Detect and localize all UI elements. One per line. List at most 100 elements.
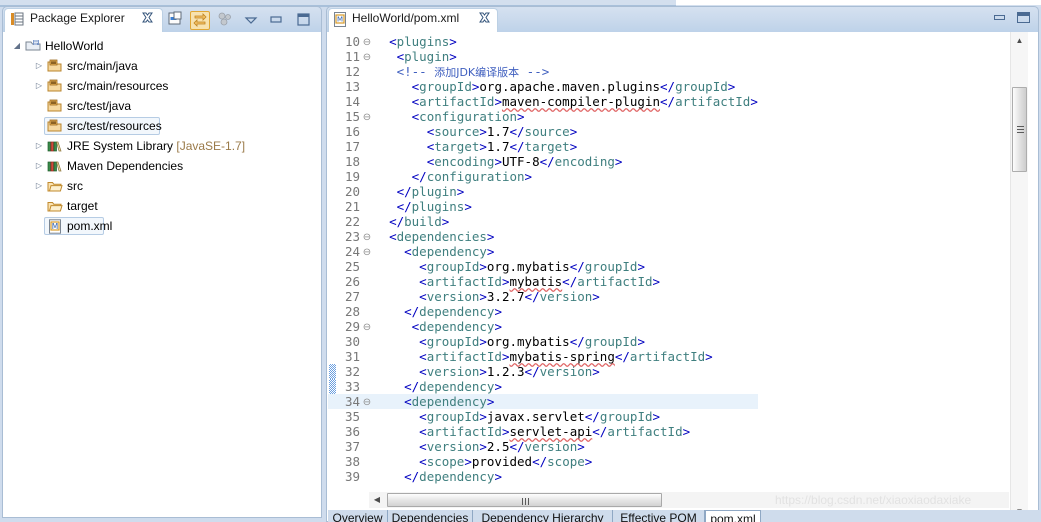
scrollbar-grip-icon (522, 498, 530, 505)
code-line[interactable]: 21 </plugins> (328, 199, 758, 214)
code-text: <dependencies> (389, 229, 495, 244)
line-number: 31 (344, 349, 360, 364)
code-line[interactable]: 38 <scope>provided</scope> (328, 454, 758, 469)
code-text: <dependency> (411, 319, 502, 334)
code-line[interactable]: 25 <groupId>org.mybatis</groupId> (328, 259, 758, 274)
code-line[interactable]: 14 <artifactId>maven-compiler-plugin</ar… (328, 94, 758, 109)
tree-collapse-arrow-icon[interactable]: ▷ (33, 136, 45, 156)
tree-collapse-arrow-icon[interactable]: ▷ (33, 176, 45, 196)
source-lines: 10 ⊖ <plugins> 11 ⊖ <plugin> 12 <!-- 添加JDK编译… (328, 34, 758, 484)
code-text: <!-- 添加JDK编译版本 --> (396, 64, 550, 79)
form-tab-dependency-hierarchy[interactable]: Dependency Hierarchy (473, 510, 613, 522)
fold-collapse-icon[interactable]: ⊖ (360, 35, 374, 50)
maximize-icon[interactable] (1017, 12, 1030, 23)
fold-collapse-icon[interactable]: ⊖ (360, 320, 374, 335)
collapse-all-icon[interactable] (166, 11, 186, 30)
code-text: <target>1.7</target> (426, 139, 578, 154)
code-line[interactable]: 36 <artifactId>servlet-api</artifactId> (328, 424, 758, 439)
tree-expand-arrow-icon[interactable]: ◢ (11, 36, 23, 56)
code-line[interactable]: 37 <version>2.5</version> (328, 439, 758, 454)
tree-item-jre-system-library[interactable]: ▷ JRE System Library [JavaSE-1.7] (3, 136, 321, 156)
code-line[interactable]: 20 </plugin> (328, 184, 758, 199)
minimize-icon[interactable] (993, 12, 1006, 23)
code-area[interactable]: 10 ⊖ <plugins> 11 ⊖ <plugin> 12 <!-- 添加JDK编译… (328, 32, 1010, 491)
maximize-icon[interactable] (294, 11, 314, 30)
code-text: <configuration> (411, 109, 525, 124)
code-line[interactable]: 12 <!-- 添加JDK编译版本 --> (328, 64, 758, 79)
scrollbar-grip-icon (1017, 126, 1024, 133)
tree-item-src-main-java[interactable]: ▷ src/main/java (3, 56, 321, 76)
tree-item-label: pom.xml (67, 219, 113, 233)
code-line[interactable]: 23 ⊖ <dependencies> (328, 229, 758, 244)
line-number: 30 (344, 334, 360, 349)
horizontal-scrollbar-thumb[interactable] (387, 493, 662, 507)
form-tab-overview[interactable]: Overview (328, 510, 388, 522)
minimize-icon[interactable] (267, 11, 287, 30)
code-text: </configuration> (411, 169, 533, 184)
line-number: 26 (344, 274, 360, 289)
code-line[interactable]: 13 <groupId>org.apache.maven.plugins</gr… (328, 79, 758, 94)
fold-collapse-icon[interactable]: ⊖ (360, 245, 374, 260)
vertical-scrollbar-thumb[interactable] (1012, 87, 1027, 172)
code-line[interactable]: 34 ⊖ <dependency> (328, 394, 758, 409)
package-explorer-tab-label: Package Explorer (30, 11, 125, 25)
tree-collapse-arrow-icon[interactable]: ▷ (33, 76, 45, 96)
fold-collapse-icon[interactable]: ⊖ (360, 395, 374, 410)
code-text: <groupId>org.apache.maven.plugins</group… (411, 79, 736, 94)
code-line[interactable]: 24 ⊖ <dependency> (328, 244, 758, 259)
tree-collapse-arrow-icon[interactable]: ▷ (33, 156, 45, 176)
code-text: <plugins> (389, 34, 457, 49)
code-line[interactable]: 33 </dependency> (328, 379, 758, 394)
code-text: <groupId>javax.servlet</groupId> (419, 409, 661, 424)
view-dropdown-icon[interactable] (242, 11, 262, 30)
code-line[interactable]: 17 <target>1.7</target> (328, 139, 758, 154)
view-menu-icon[interactable] (216, 11, 236, 30)
fold-collapse-icon[interactable]: ⊖ (360, 110, 374, 125)
tree-item-label: src/test/resources (67, 119, 162, 133)
close-icon[interactable] (479, 12, 490, 26)
scroll-up-icon[interactable]: ▲ (1011, 32, 1028, 49)
tree-item-src-main-resources[interactable]: ▷ src/main/resources (3, 76, 321, 96)
link-with-editor-icon[interactable] (190, 11, 210, 30)
code-line[interactable]: 27 <version>3.2.7</version> (328, 289, 758, 304)
code-text: </dependency> (404, 304, 502, 319)
project-tree: ◢ HelloWorld ▷ src/main/java ▷ src/main/resou… (3, 36, 321, 236)
code-text: </build> (389, 214, 450, 229)
form-tab-pom-xml[interactable]: pom.xml (705, 510, 761, 522)
tree-item-src[interactable]: ▷ src (3, 176, 321, 196)
code-line[interactable]: 11 ⊖ <plugin> (328, 49, 758, 64)
vertical-scrollbar[interactable]: ▲ ▼ (1010, 32, 1028, 520)
form-tab-dependencies[interactable]: Dependencies (388, 510, 473, 522)
code-line[interactable]: 22 </build> (328, 214, 758, 229)
code-line[interactable]: 15 ⊖ <configuration> (328, 109, 758, 124)
library-icon (47, 159, 63, 174)
code-line[interactable]: 16 <source>1.7</source> (328, 124, 758, 139)
tree-collapse-arrow-icon[interactable]: ▷ (33, 56, 45, 76)
code-line[interactable]: 18 <encoding>UTF-8</encoding> (328, 154, 758, 169)
fold-collapse-icon[interactable]: ⊖ (360, 50, 374, 65)
form-tab-effective-pom[interactable]: Effective POM (613, 510, 705, 522)
line-number: 16 (344, 124, 360, 139)
code-line[interactable]: 30 <groupId>org.mybatis</groupId> (328, 334, 758, 349)
code-line[interactable]: 19 </configuration> (328, 169, 758, 184)
tree-item-src-test-resources[interactable]: src/test/resources (3, 116, 321, 136)
code-line[interactable]: 35 <groupId>javax.servlet</groupId> (328, 409, 758, 424)
tree-item-src-test-java[interactable]: src/test/java (3, 96, 321, 116)
code-line[interactable]: 39 </dependency> (328, 469, 758, 484)
tree-item-pom-xml[interactable]: Mpom.xml (3, 216, 321, 236)
close-icon[interactable] (142, 12, 153, 26)
tree-item-helloworld[interactable]: ◢ HelloWorld (3, 36, 321, 56)
code-line[interactable]: 28 </dependency> (328, 304, 758, 319)
code-line[interactable]: 32 <version>1.2.3</version> (328, 364, 758, 379)
code-line[interactable]: 26 <artifactId>mybatis</artifactId> (328, 274, 758, 289)
code-line[interactable]: 31 <artifactId>mybatis-spring</artifactI… (328, 349, 758, 364)
tree-item-maven-dependencies[interactable]: ▷ Maven Dependencies (3, 156, 321, 176)
code-line[interactable]: 29 ⊖ <dependency> (328, 319, 758, 334)
tree-item-target[interactable]: target (3, 196, 321, 216)
scroll-left-icon[interactable]: ◀ (369, 492, 385, 508)
editor-window-buttons (993, 12, 1030, 30)
code-line[interactable]: 10 ⊖ <plugins> (328, 34, 758, 49)
line-number: 34 (344, 394, 360, 409)
source-folder-icon (47, 99, 63, 114)
fold-collapse-icon[interactable]: ⊖ (360, 230, 374, 245)
